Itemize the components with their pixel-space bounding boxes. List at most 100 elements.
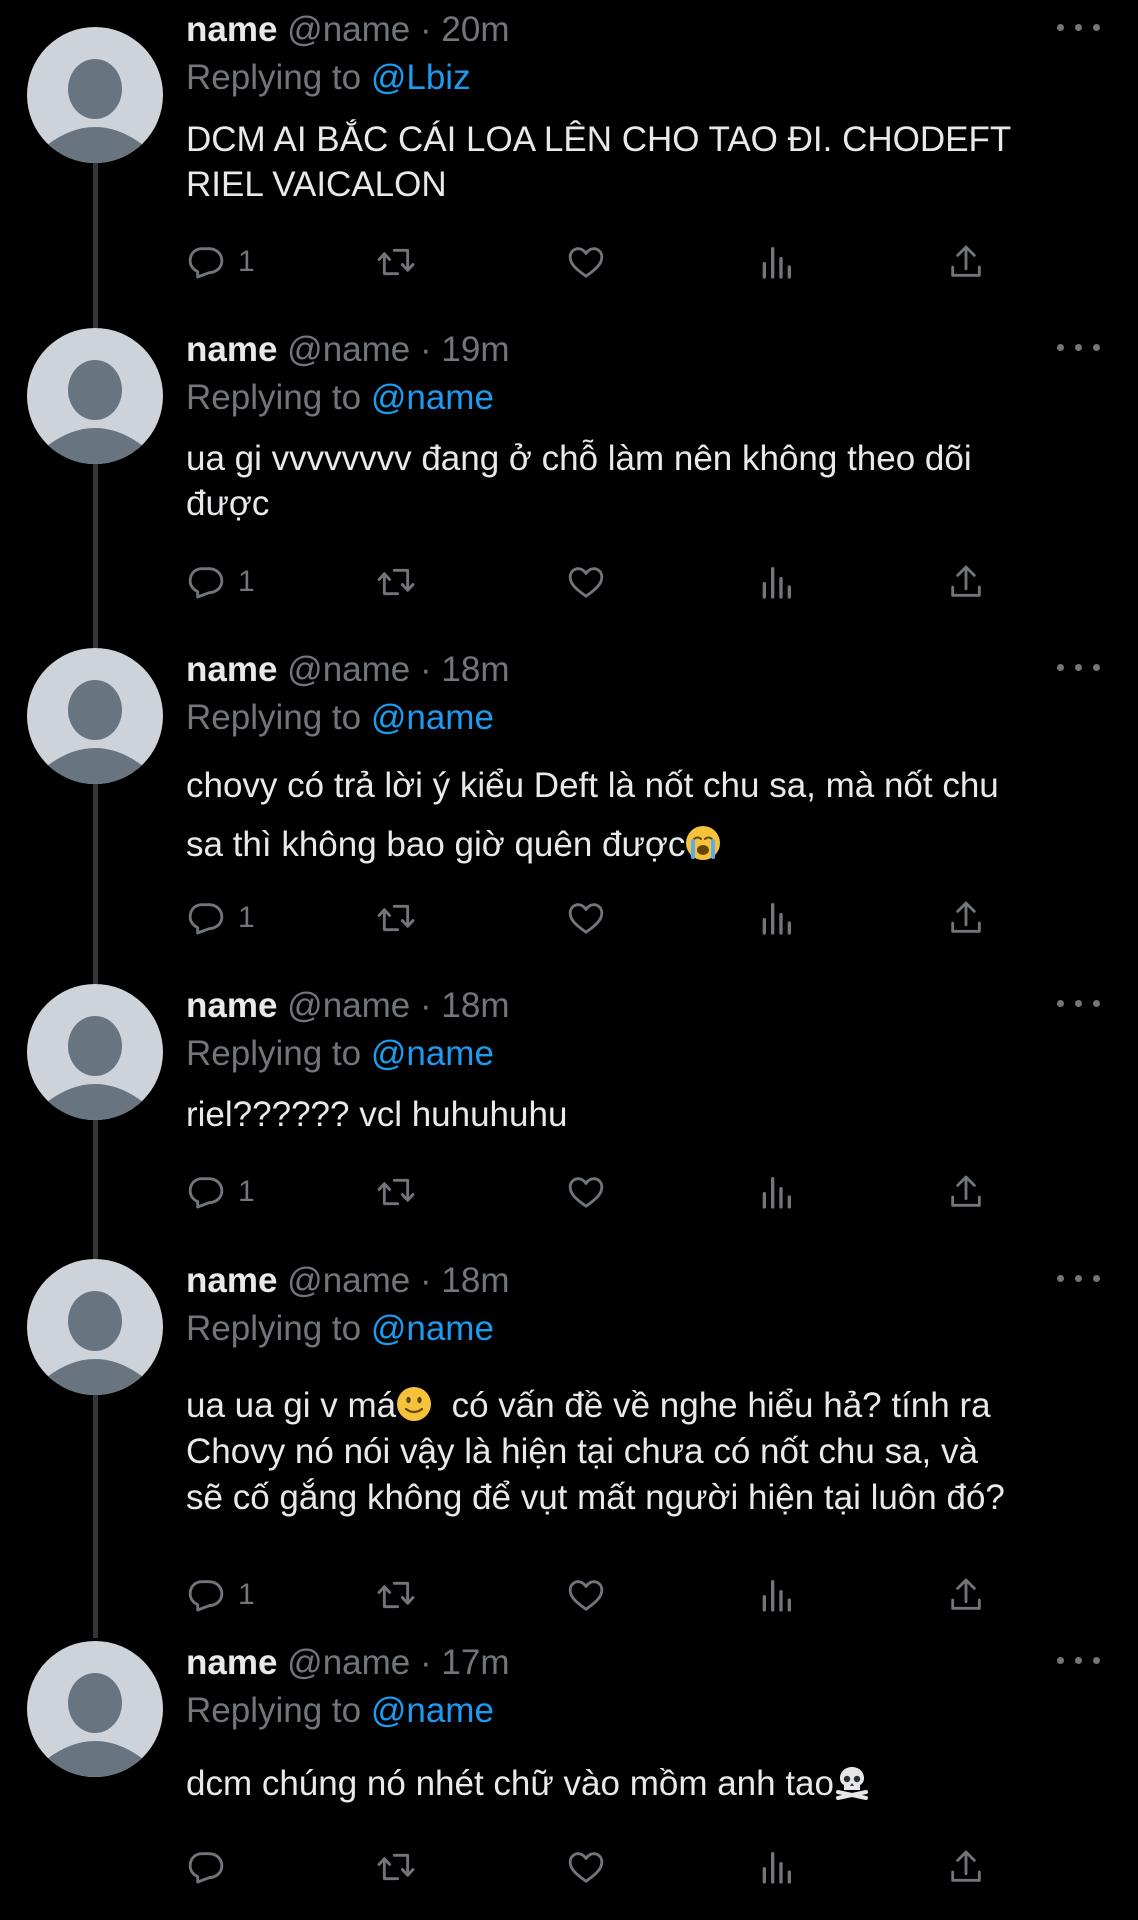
replying-to-handle[interactable]: @name	[371, 378, 494, 417]
retweet-button[interactable]	[376, 1573, 416, 1617]
slightly-smiling-face-emoji	[397, 1387, 432, 1421]
replying-to-handle[interactable]: @name	[371, 1309, 494, 1348]
reply-icon	[188, 1852, 224, 1884]
tweet[interactable]: name @name · 18m Replying to @name chovy…	[0, 640, 1138, 978]
like-button[interactable]	[566, 1170, 606, 1214]
replying-to: Replying to @name	[186, 1689, 494, 1733]
share-icon	[951, 1578, 981, 1610]
display-name[interactable]: name	[186, 10, 277, 49]
retweet-button[interactable]	[376, 1170, 416, 1214]
reply-button[interactable]: 1	[186, 1170, 255, 1214]
replying-to-label: Replying to	[186, 1309, 362, 1348]
views-button[interactable]	[756, 896, 796, 940]
tweet-text-content: dcm chúng nó nhét chữ vào mồm anh tao	[186, 1764, 834, 1803]
share-button[interactable]	[946, 1573, 986, 1617]
user-handle[interactable]: @name	[287, 1261, 410, 1300]
retweet-icon	[377, 248, 415, 276]
avatar[interactable]	[27, 1259, 163, 1395]
replying-to-handle[interactable]: @name	[371, 1691, 494, 1730]
tweet-actions: 1	[186, 1573, 1016, 1617]
tweet[interactable]: name @name · 20m Replying to @Lbiz DCM A…	[0, 0, 1138, 320]
user-handle[interactable]: @name	[287, 650, 410, 689]
views-button[interactable]	[756, 1845, 796, 1889]
reply-button[interactable]: 1	[186, 896, 255, 940]
tweet-actions: 1	[186, 1170, 1016, 1214]
retweet-icon	[377, 1178, 415, 1206]
like-button[interactable]	[566, 896, 606, 940]
replying-to-handle[interactable]: @Lbiz	[371, 58, 471, 97]
replying-to: Replying to @name	[186, 376, 494, 420]
share-icon	[951, 245, 981, 277]
like-button[interactable]	[566, 560, 606, 604]
user-handle[interactable]: @name	[287, 986, 410, 1025]
tweet-text: ua ua gi v má có vấn đề về nghe hiểu hả?…	[186, 1383, 1106, 1521]
views-stats-icon	[762, 903, 791, 935]
more-options-icon[interactable]	[1055, 988, 1105, 1018]
reply-button[interactable]: 1	[186, 240, 255, 284]
views-stats-icon	[762, 1177, 791, 1209]
avatar[interactable]	[27, 328, 163, 464]
views-button[interactable]	[756, 1573, 796, 1617]
display-name[interactable]: name	[186, 1643, 277, 1682]
display-name[interactable]: name	[186, 986, 277, 1025]
like-button[interactable]	[566, 1573, 606, 1617]
reply-icon	[188, 247, 224, 279]
user-handle[interactable]: @name	[287, 10, 410, 49]
more-options-icon[interactable]	[1055, 332, 1105, 362]
retweet-icon	[377, 1581, 415, 1609]
default-avatar-icon	[47, 680, 143, 784]
user-handle[interactable]: @name	[287, 1643, 410, 1682]
like-button[interactable]	[566, 1845, 606, 1889]
views-stats-icon	[762, 1580, 791, 1612]
reply-button[interactable]	[186, 1845, 238, 1889]
views-button[interactable]	[756, 240, 796, 284]
more-options-icon[interactable]	[1055, 12, 1105, 42]
tweet-text-content: chovy có trả lời ý kiểu Deft là nốt chu …	[186, 766, 999, 864]
timestamp[interactable]: 18m	[441, 1261, 509, 1300]
timestamp[interactable]: 18m	[441, 650, 509, 689]
reply-button[interactable]: 1	[186, 1573, 255, 1617]
share-button[interactable]	[946, 896, 986, 940]
retweet-button[interactable]	[376, 896, 416, 940]
retweet-button[interactable]	[376, 240, 416, 284]
timestamp[interactable]: 20m	[441, 10, 509, 49]
views-button[interactable]	[756, 560, 796, 604]
like-button[interactable]	[566, 240, 606, 284]
tweet[interactable]: name @name · 17m Replying to @name dcm c…	[0, 1633, 1138, 1920]
reply-button[interactable]: 1	[186, 560, 255, 604]
avatar[interactable]	[27, 1641, 163, 1777]
share-button[interactable]	[946, 1170, 986, 1214]
more-options-icon[interactable]	[1055, 1645, 1105, 1675]
replying-to-label: Replying to	[186, 698, 362, 737]
user-handle[interactable]: @name	[287, 330, 410, 369]
reply-icon	[188, 903, 224, 935]
timestamp[interactable]: 18m	[441, 986, 509, 1025]
retweet-button[interactable]	[376, 560, 416, 604]
views-button[interactable]	[756, 1170, 796, 1214]
more-options-icon[interactable]	[1055, 1263, 1105, 1293]
timestamp[interactable]: 17m	[441, 1643, 509, 1682]
display-name[interactable]: name	[186, 1261, 277, 1300]
tweet[interactable]: name @name · 19m Replying to @name ua gi…	[0, 320, 1138, 640]
display-name[interactable]: name	[186, 330, 277, 369]
reply-count: 1	[238, 565, 255, 598]
display-name[interactable]: name	[186, 650, 277, 689]
share-button[interactable]	[946, 1845, 986, 1889]
tweet[interactable]: name @name · 18m Replying to @name ua ua…	[0, 1251, 1138, 1633]
share-button[interactable]	[946, 560, 986, 604]
avatar[interactable]	[27, 984, 163, 1120]
more-options-icon[interactable]	[1055, 652, 1105, 682]
separator-dot: ·	[420, 1643, 432, 1682]
replying-to-handle[interactable]: @name	[371, 698, 494, 737]
heart-icon	[568, 567, 604, 598]
views-stats-icon	[762, 567, 791, 599]
reply-icon	[188, 567, 224, 599]
avatar[interactable]	[27, 27, 163, 163]
replying-to-handle[interactable]: @name	[371, 1034, 494, 1073]
avatar[interactable]	[27, 648, 163, 784]
share-button[interactable]	[946, 240, 986, 284]
timestamp[interactable]: 19m	[441, 330, 509, 369]
tweet[interactable]: name @name · 18m Replying to @name riel?…	[0, 976, 1138, 1254]
retweet-button[interactable]	[376, 1845, 416, 1889]
reply-count: 1	[238, 901, 255, 934]
